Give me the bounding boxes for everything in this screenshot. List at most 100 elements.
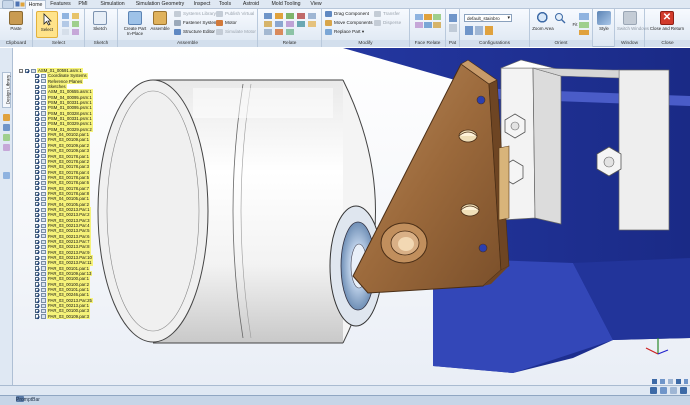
visibility-checkbox[interactable] [35, 106, 40, 111]
publish-virtual-button[interactable]: Publish Virtual [216, 10, 254, 18]
visibility-checkbox[interactable] [35, 202, 40, 207]
visibility-checkbox[interactable] [35, 116, 40, 121]
visibility-checkbox[interactable] [35, 309, 40, 314]
visibility-checkbox[interactable] [35, 191, 40, 196]
visibility-checkbox[interactable] [35, 127, 40, 132]
visibility-checkbox[interactable] [35, 255, 40, 260]
visibility-checkbox[interactable] [35, 223, 40, 228]
sketch-button[interactable]: Sketch [89, 11, 111, 38]
visibility-checkbox[interactable] [35, 148, 40, 153]
visibility-checkbox[interactable] [35, 239, 40, 244]
tab-mold-tooling[interactable]: Mold Tooling [268, 0, 304, 9]
replace-part-button[interactable]: Replace Part ▾ [325, 28, 364, 36]
tab-pmi[interactable]: PMI [75, 0, 91, 9]
pathfinder-tree[interactable]: − ASM_01_00591.asm:1 Coordinate Systems Ref… [19, 68, 109, 320]
visibility-checkbox[interactable] [35, 73, 40, 79]
simulate-motor-button[interactable]: Simulate Motor [216, 28, 256, 36]
bronze-mounting-bracket[interactable] [352, 59, 510, 294]
application-menu-button[interactable] [2, 0, 14, 9]
structure-editor-button[interactable]: Structure Editor [174, 28, 215, 36]
visibility-checkbox[interactable] [35, 196, 40, 202]
visibility-checkbox[interactable] [35, 266, 40, 271]
tree-item[interactable]: PAR_03_00109.par:3 [19, 313, 109, 320]
visibility-checkbox[interactable] [35, 180, 40, 185]
visibility-checkbox[interactable] [35, 159, 40, 164]
visibility-checkbox[interactable] [35, 95, 40, 100]
fit-view-icon[interactable] [660, 387, 667, 394]
visibility-checkbox[interactable] [35, 111, 40, 116]
visibility-checkbox[interactable] [35, 164, 40, 169]
visibility-checkbox[interactable] [35, 207, 40, 212]
properties-icon[interactable] [3, 134, 10, 141]
visibility-checkbox[interactable] [35, 314, 40, 319]
visibility-checkbox[interactable] [35, 250, 40, 255]
zoom-icon[interactable] [650, 387, 657, 394]
quick-access-toolbar[interactable] [15, 1, 25, 8]
feature-library-icon[interactable] [3, 144, 10, 151]
visibility-checkbox[interactable] [35, 100, 40, 105]
visibility-checkbox[interactable] [35, 234, 40, 239]
visibility-checkbox[interactable] [35, 79, 40, 84]
drag-component-button[interactable]: Drag Component [325, 10, 369, 18]
relate-tool-icons[interactable] [263, 12, 317, 36]
visibility-checkbox[interactable] [25, 68, 30, 73]
view-tool-icons[interactable] [651, 378, 689, 385]
graphics-window[interactable] [13, 48, 690, 385]
layers-icon[interactable] [3, 124, 10, 131]
visibility-checkbox[interactable] [35, 132, 40, 137]
systems-library-button[interactable]: Systems Library [174, 10, 216, 18]
visibility-checkbox[interactable] [35, 244, 40, 250]
visibility-checkbox[interactable] [35, 138, 40, 143]
rotate-view-icon[interactable] [670, 387, 677, 394]
switch-windows-button[interactable]: Switch Windows [617, 11, 649, 38]
visibility-checkbox[interactable] [35, 170, 40, 175]
tab-inspect[interactable]: Inspect [191, 0, 213, 9]
style-button[interactable]: Style [593, 11, 615, 38]
visibility-checkbox[interactable] [35, 218, 40, 223]
disperse-button[interactable]: Disperse [374, 19, 401, 27]
configuration-tool-icons[interactable] [464, 25, 504, 37]
pan-view-icon[interactable] [680, 387, 687, 394]
visibility-checkbox[interactable] [35, 277, 40, 282]
fastener-system-button[interactable]: Fastener System [174, 19, 218, 27]
roller-drum[interactable] [97, 79, 376, 344]
visibility-checkbox[interactable] [35, 122, 40, 127]
paste-button[interactable]: Paste [5, 11, 27, 38]
mirror-icon[interactable] [449, 24, 457, 32]
face-relate-tool-icons[interactable] [414, 13, 442, 35]
pattern-icon[interactable] [449, 14, 457, 22]
transfer-button[interactable]: Transfer [374, 10, 400, 18]
close-and-return-button[interactable]: ✕ Close and Return [648, 11, 686, 38]
sensors-icon[interactable] [3, 172, 10, 179]
tab-features[interactable]: Features [48, 0, 73, 9]
visibility-checkbox[interactable] [35, 293, 40, 298]
tab-astroid[interactable]: Astroid [239, 0, 263, 9]
tab-simulation[interactable]: Simulation [96, 0, 129, 9]
visibility-checkbox[interactable] [35, 143, 40, 148]
visibility-checkbox[interactable] [35, 271, 40, 276]
view-orientation-icons[interactable] [578, 12, 590, 36]
view-triad[interactable] [645, 338, 669, 355]
assembly-3d-scene[interactable] [13, 48, 690, 385]
tab-view[interactable]: View [307, 0, 325, 9]
tab-simulation-geometry[interactable]: Simulation Geometry [131, 0, 189, 9]
visibility-checkbox[interactable] [35, 298, 40, 303]
tab-tools[interactable]: Tools [216, 0, 234, 9]
pathfinder-icon[interactable] [3, 114, 10, 121]
visibility-checkbox[interactable] [35, 303, 40, 308]
visibility-checkbox[interactable] [35, 260, 40, 266]
visibility-checkbox[interactable] [35, 282, 40, 287]
visibility-checkbox[interactable] [35, 154, 40, 159]
visibility-checkbox[interactable] [35, 89, 40, 95]
visibility-checkbox[interactable] [35, 186, 40, 191]
visibility-checkbox[interactable] [35, 175, 40, 180]
visibility-checkbox[interactable] [35, 212, 40, 218]
zoom-area-button[interactable]: Zoom Area [532, 11, 554, 38]
select-tools-icons[interactable] [61, 12, 81, 36]
motor-button[interactable]: Motor [216, 19, 237, 27]
visibility-checkbox[interactable] [35, 84, 40, 89]
design-library-tab[interactable]: Design Library [2, 72, 11, 108]
visibility-checkbox[interactable] [35, 287, 40, 292]
select-button[interactable]: Select [36, 11, 58, 38]
create-part-in-place-button[interactable]: Create Part In-Place [122, 11, 148, 38]
